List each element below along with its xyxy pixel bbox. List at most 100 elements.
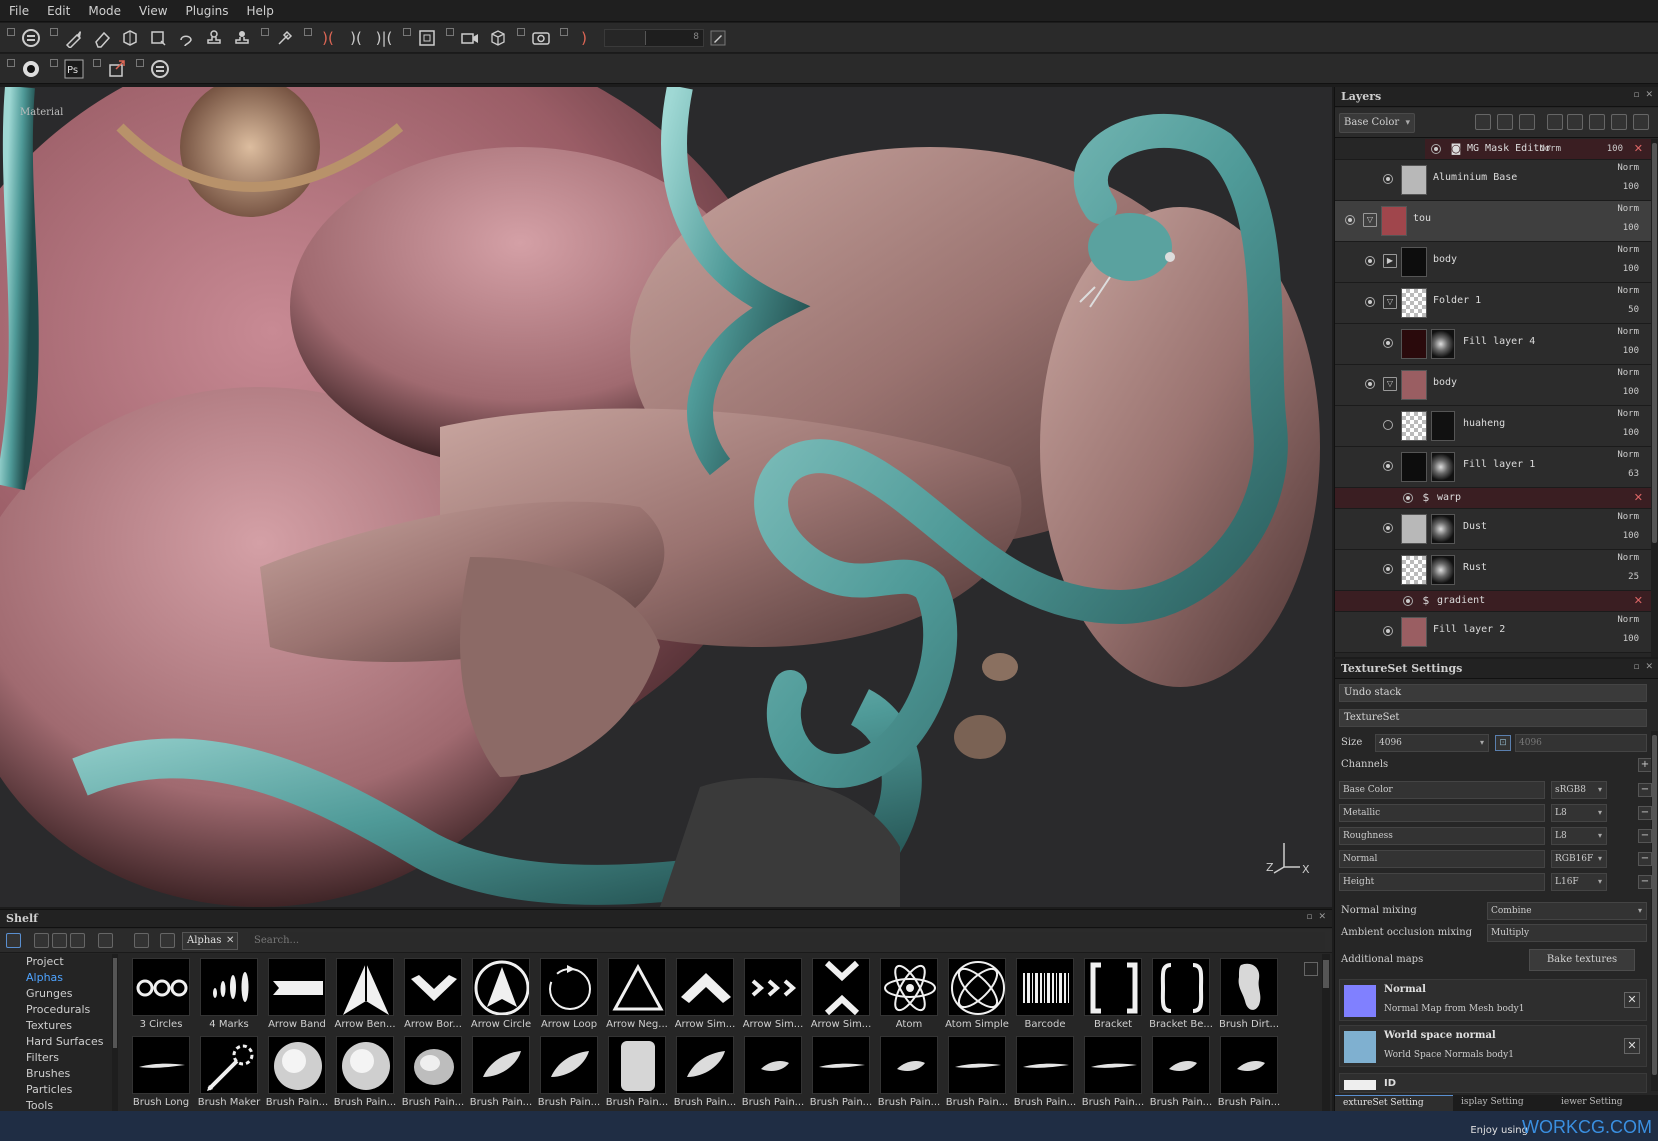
toolbar-options-toggle[interactable] <box>517 27 525 36</box>
pen-pressure-icon[interactable] <box>705 25 731 51</box>
shelf-settings-icon[interactable] <box>70 933 85 948</box>
add-folder-icon[interactable] <box>1611 114 1627 130</box>
remove-channel-icon[interactable]: − <box>1638 852 1652 866</box>
layer-blend-mode[interactable]: Norm <box>1539 144 1561 154</box>
panel-window-icons[interactable]: ▫✕ <box>1633 90 1658 100</box>
material-picker-icon[interactable] <box>229 25 255 51</box>
shelf-category-item[interactable]: Project <box>0 954 118 970</box>
shelf-item[interactable]: Brush Pain... <box>468 1036 534 1108</box>
shelf-category-item[interactable]: Particles <box>0 1082 118 1098</box>
remove-channel-icon[interactable]: − <box>1638 875 1652 889</box>
layer-opacity[interactable]: 100 <box>1623 634 1639 644</box>
layer-row[interactable]: ▽ tou Norm 100 <box>1335 201 1651 242</box>
toolbar-options-toggle[interactable] <box>7 27 15 36</box>
layer-blend-mode[interactable]: Norm <box>1617 368 1639 378</box>
shelf-item[interactable]: Atom <box>876 958 942 1030</box>
layer-blend-mode[interactable]: Norm <box>1617 245 1639 255</box>
visibility-eye-icon[interactable] <box>1383 564 1393 574</box>
visibility-eye-icon[interactable] <box>1383 461 1393 471</box>
brush-size-slider[interactable]: 8 <box>604 28 704 47</box>
mask-editor-row[interactable]: ◙ MG Mask Editor Norm 100 ✕ <box>1335 139 1651 160</box>
effect-row[interactable]: $ warp ✕ <box>1335 488 1651 509</box>
remove-map-icon[interactable]: ✕ <box>1624 1038 1640 1054</box>
folder-expanded-icon[interactable]: ▽ <box>1363 213 1377 227</box>
layer-opacity[interactable]: 100 <box>1623 264 1639 274</box>
channel-format-dropdown[interactable]: sRGB8 <box>1551 781 1607 799</box>
symmetry-y-icon[interactable]: )|( <box>371 25 397 51</box>
clone-stamp-icon[interactable] <box>201 25 227 51</box>
additional-map-row[interactable]: World space normal World Space Normals bo… <box>1339 1025 1647 1067</box>
channel-name[interactable]: Roughness <box>1339 827 1545 845</box>
export-textures-icon[interactable] <box>104 56 130 82</box>
iray-render-icon[interactable] <box>18 56 44 82</box>
visibility-eye-icon[interactable] <box>1383 523 1393 533</box>
menu-view[interactable]: View <box>130 0 176 22</box>
shelf-item[interactable]: Arrow Ben... <box>332 958 398 1030</box>
layer-opacity[interactable]: 100 <box>1623 531 1639 541</box>
size-dropdown[interactable]: 4096 <box>1375 734 1489 752</box>
layer-mask-thumbnail[interactable] <box>1431 329 1455 359</box>
toolbar-options-toggle[interactable] <box>446 27 454 36</box>
panel-window-icons[interactable]: ▫✕ <box>1306 912 1332 922</box>
menu-file[interactable]: File <box>0 0 38 22</box>
layer-opacity[interactable]: 100 <box>1607 144 1623 154</box>
toolbar-options-toggle[interactable] <box>261 27 269 36</box>
screenshot-camera-icon[interactable] <box>528 25 554 51</box>
remove-effect-icon[interactable]: ✕ <box>1634 491 1643 504</box>
shelf-item[interactable]: Brush Maker <box>196 1036 262 1108</box>
shelf-category-item[interactable]: Alphas <box>0 970 118 986</box>
shelf-item[interactable]: Brush Pain... <box>944 1036 1010 1108</box>
visibility-eye-icon[interactable] <box>1365 297 1375 307</box>
grid-view-icon[interactable] <box>1304 962 1318 976</box>
layer-mask-thumbnail[interactable] <box>1431 555 1455 585</box>
shelf-item[interactable]: Arrow Circle <box>468 958 534 1030</box>
shelf-search-input[interactable]: Search... <box>250 932 1325 950</box>
layer-row[interactable]: Rust Norm 25 <box>1335 550 1651 591</box>
shelf-category-item[interactable]: Procedurals <box>0 1002 118 1018</box>
channel-format-dropdown[interactable]: L8 <box>1551 804 1607 822</box>
video-camera-icon[interactable] <box>457 25 483 51</box>
toolbar-options-toggle[interactable] <box>50 58 58 67</box>
visibility-eye-icon[interactable] <box>1383 626 1393 636</box>
additional-map-partial[interactable]: ID <box>1339 1073 1647 1093</box>
visibility-eye-icon[interactable] <box>1383 420 1393 430</box>
shelf-item[interactable]: Brush Pain... <box>1012 1036 1078 1108</box>
channel-dropdown[interactable]: Base Color <box>1339 113 1415 133</box>
shelf-item[interactable]: Arrow Band <box>264 958 330 1030</box>
layer-row[interactable]: Aluminium Base Norm 100 <box>1335 160 1651 201</box>
layer-blend-mode[interactable]: Norm <box>1617 409 1639 419</box>
shelf-folder-icon[interactable] <box>6 933 21 948</box>
shelf-item[interactable]: Brush Dirt... <box>1216 958 1282 1030</box>
folder-collapsed-icon[interactable]: ▶ <box>1383 254 1397 268</box>
shelf-item[interactable]: Brush Pain... <box>604 1036 670 1108</box>
shelf-category-item[interactable]: Grunges <box>0 986 118 1002</box>
menu-help[interactable]: Help <box>238 0 283 22</box>
layer-blend-mode[interactable]: Norm <box>1617 450 1639 460</box>
category-scrollbar[interactable] <box>112 954 118 1112</box>
shelf-item[interactable]: Bracket Be... <box>1148 958 1214 1030</box>
toolbar-options-toggle[interactable] <box>136 58 144 67</box>
layer-row[interactable]: Fill layer 4 Norm 100 <box>1335 324 1651 365</box>
layer-blend-mode[interactable]: Norm <box>1617 163 1639 173</box>
layer-row[interactable]: huaheng Norm 100 <box>1335 406 1651 447</box>
folder-expanded-icon[interactable]: ▽ <box>1383 295 1397 309</box>
layer-row[interactable]: ▽ Folder 1 Norm 50 <box>1335 283 1651 324</box>
channel-format-dropdown[interactable]: L8 <box>1551 827 1607 845</box>
tab-display-settings[interactable]: isplay Setting <box>1453 1095 1553 1111</box>
bake-textures-button[interactable]: Bake textures <box>1529 949 1635 971</box>
eraser-icon[interactable] <box>89 25 115 51</box>
symmetry-toggle-icon[interactable]: ) <box>571 25 597 51</box>
shelf-item[interactable]: Arrow Bor... <box>400 958 466 1030</box>
lock-ratio-icon[interactable]: ⊡ <box>1495 735 1511 751</box>
shelf-item[interactable]: Brush Pain... <box>1216 1036 1282 1108</box>
toolbar-options-toggle[interactable] <box>304 27 312 36</box>
layers-scrollbar[interactable] <box>1651 139 1658 657</box>
layer-row[interactable]: Fill layer 2 Norm 100 <box>1335 612 1651 653</box>
paint-brush-icon[interactable] <box>61 25 87 51</box>
layer-blend-mode[interactable]: Norm <box>1617 204 1639 214</box>
photoshop-export-icon[interactable]: Ps <box>61 56 87 82</box>
visibility-eye-icon[interactable] <box>1403 596 1413 606</box>
undo-stack-bar[interactable]: Undo stack <box>1339 684 1647 702</box>
channel-format-dropdown[interactable]: L16F <box>1551 873 1607 891</box>
remove-effect-icon[interactable]: ✕ <box>1634 594 1643 607</box>
